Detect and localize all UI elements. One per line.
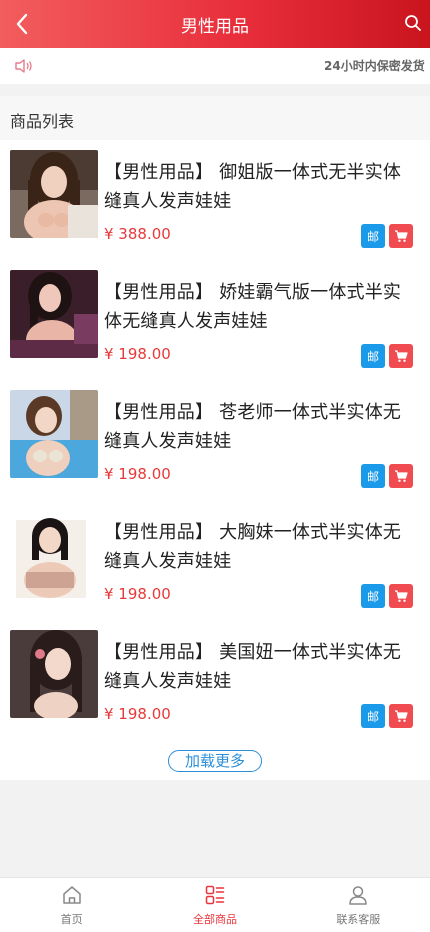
product-name[interactable]: 【男性用品】 御姐版一体式无半实体缝真人发声娃娃 xyxy=(104,158,416,216)
cart-icon xyxy=(395,590,408,602)
bottom-tab-bar: 首页 全部商品 联系客服 xyxy=(0,877,430,932)
mail-label: 邮 xyxy=(366,709,379,724)
home-icon xyxy=(62,886,81,904)
notice-bar: 24小时内保密发货 xyxy=(0,48,430,84)
free-shipping-badge[interactable]: 邮 xyxy=(361,344,385,368)
mail-label: 邮 xyxy=(366,349,379,364)
search-button[interactable] xyxy=(402,12,424,34)
free-shipping-badge[interactable]: 邮 xyxy=(361,704,385,728)
chevron-left-icon xyxy=(16,13,28,35)
product-price: ¥ 388.00 xyxy=(104,225,171,243)
product-name[interactable]: 【男性用品】 娇娃霸气版一体式半实体无缝真人发声娃娃 xyxy=(104,278,416,336)
mail-label: 邮 xyxy=(366,229,379,244)
product-item[interactable]: 【男性用品】 苍老师一体式半实体无缝真人发声娃娃 ¥ 198.00 邮 xyxy=(0,380,430,500)
notice-text: 24小时内保密发货 xyxy=(324,59,425,73)
product-price: ¥ 198.00 xyxy=(104,585,171,603)
product-item[interactable]: 【男性用品】 大胸妹一体式半实体无缝真人发声娃娃 ¥ 198.00 邮 xyxy=(0,500,430,620)
product-image[interactable] xyxy=(10,390,98,478)
tab-all-products[interactable]: 全部商品 xyxy=(143,878,286,932)
tab-all-products-label: 全部商品 xyxy=(192,913,237,926)
add-to-cart-button[interactable] xyxy=(389,464,413,488)
cart-icon xyxy=(395,470,408,482)
add-to-cart-button[interactable] xyxy=(389,704,413,728)
speaker-icon xyxy=(15,59,32,73)
page-title: 男性用品 xyxy=(181,16,249,37)
tab-home-label: 首页 xyxy=(60,913,83,926)
product-item[interactable]: 【男性用品】 娇娃霸气版一体式半实体无缝真人发声娃娃 ¥ 198.00 邮 xyxy=(0,260,430,380)
section-title: 商品列表 xyxy=(0,96,430,140)
category-icon xyxy=(205,885,225,905)
load-more-button[interactable]: 加载更多 xyxy=(168,750,262,772)
mail-label: 邮 xyxy=(366,469,379,484)
product-price: ¥ 198.00 xyxy=(104,465,171,483)
mail-label: 邮 xyxy=(366,589,379,604)
add-to-cart-button[interactable] xyxy=(389,224,413,248)
product-image[interactable] xyxy=(10,630,98,718)
free-shipping-badge[interactable]: 邮 xyxy=(361,464,385,488)
tab-customer-service[interactable]: 联系客服 xyxy=(287,878,430,932)
add-to-cart-button[interactable] xyxy=(389,584,413,608)
cart-icon xyxy=(395,230,408,242)
product-image[interactable] xyxy=(10,270,98,358)
user-icon xyxy=(349,886,368,905)
product-name[interactable]: 【男性用品】 大胸妹一体式半实体无缝真人发声娃娃 xyxy=(104,518,416,576)
top-bar: 男性用品 xyxy=(0,0,430,48)
product-name[interactable]: 【男性用品】 苍老师一体式半实体无缝真人发声娃娃 xyxy=(104,398,416,456)
back-button[interactable] xyxy=(10,10,34,38)
search-icon xyxy=(405,15,421,31)
add-to-cart-button[interactable] xyxy=(389,344,413,368)
product-item[interactable]: 【男性用品】 美国妞一体式半实体无缝真人发声娃娃 ¥ 198.00 邮 xyxy=(0,620,430,740)
product-list: 【男性用品】 御姐版一体式无半实体缝真人发声娃娃 ¥ 388.00 邮 【男性用… xyxy=(0,140,430,780)
tab-home[interactable]: 首页 xyxy=(0,878,143,932)
product-price: ¥ 198.00 xyxy=(104,345,171,363)
free-shipping-badge[interactable]: 邮 xyxy=(361,584,385,608)
product-price: ¥ 198.00 xyxy=(104,705,171,723)
cart-icon xyxy=(395,710,408,722)
product-image[interactable] xyxy=(10,510,98,598)
tab-customer-service-label: 联系客服 xyxy=(336,913,381,926)
free-shipping-badge[interactable]: 邮 xyxy=(361,224,385,248)
product-name[interactable]: 【男性用品】 美国妞一体式半实体无缝真人发声娃娃 xyxy=(104,638,416,696)
product-item[interactable]: 【男性用品】 御姐版一体式无半实体缝真人发声娃娃 ¥ 388.00 邮 xyxy=(0,140,430,260)
cart-icon xyxy=(395,350,408,362)
product-image[interactable] xyxy=(10,150,98,238)
